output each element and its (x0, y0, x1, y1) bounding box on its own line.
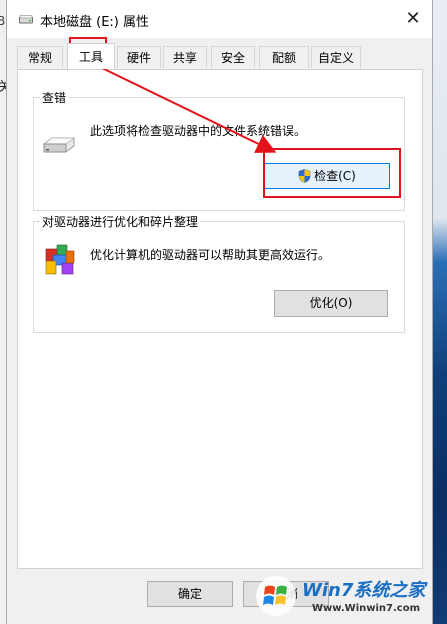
optimize-group: 对驱动器进行优化和碎片整理 优化计算机的驱动器可以帮助其更高效运行。 优化(O) (33, 213, 405, 333)
optimize-button[interactable]: 优化(O) (274, 290, 388, 317)
optimize-title: 对驱动器进行优化和碎片整理 (40, 213, 201, 230)
tab-tools[interactable]: 工具 (67, 43, 115, 69)
annotation-arrow (101, 67, 277, 153)
optimize-description: 优化计算机的驱动器可以帮助其更高效运行。 (90, 248, 331, 262)
desktop-background (433, 0, 447, 624)
watermark-url: Www.Winwin7.com (312, 603, 421, 614)
watermark-brand: Win7系统之家 (302, 580, 426, 601)
windows-logo-icon (256, 576, 296, 616)
defrag-icon (45, 244, 75, 275)
properties-dialog: 本地磁盘 (E:) 属性 ✕ 常规 工具 硬件 共享 安全 配额 自定义 查错 … (6, 0, 433, 624)
ok-button[interactable]: 确定 (147, 581, 233, 607)
background-text: B (0, 14, 6, 28)
watermark: Win7系统之家 Www.Winwin7.com (250, 570, 440, 624)
